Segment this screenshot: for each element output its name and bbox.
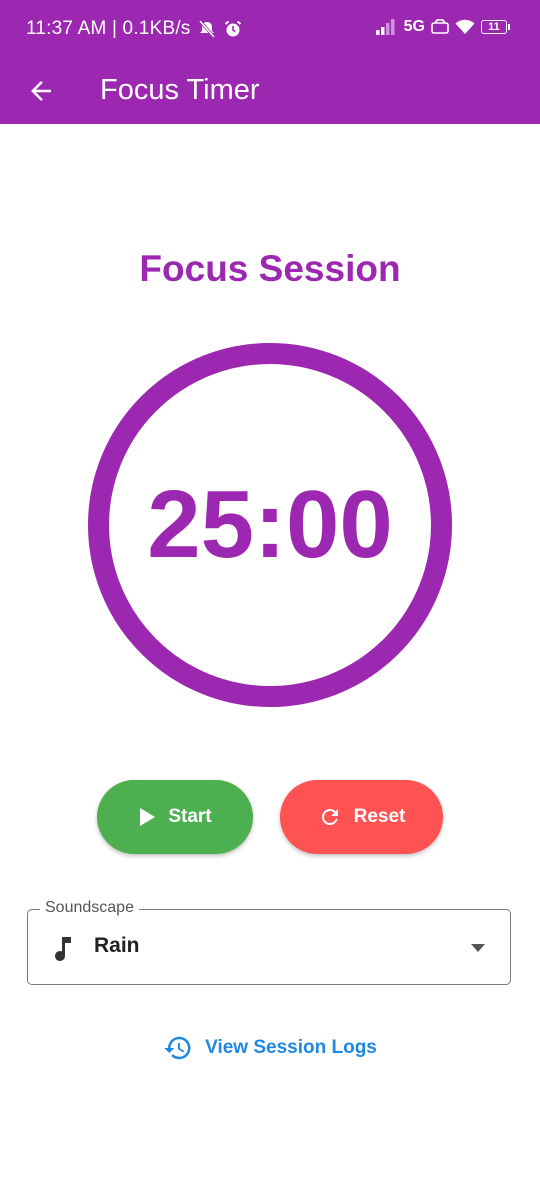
history-icon — [164, 1036, 191, 1060]
refresh-icon — [321, 809, 338, 825]
view-session-logs-label: View Session Logs — [205, 1037, 377, 1058]
start-button-label: Start — [168, 806, 212, 827]
back-arrow-icon[interactable] — [26, 76, 56, 106]
status-right: 5G 11 — [375, 18, 510, 36]
soundscape-label: Soundscape — [40, 899, 139, 917]
signal-icon — [375, 19, 395, 35]
mute-icon — [198, 20, 215, 38]
volte-icon — [431, 19, 449, 34]
wifi-icon — [455, 19, 475, 34]
session-title: Focus Session — [139, 248, 401, 289]
status-time-speed: 11:37 AM | 0.1KB/s — [26, 18, 191, 39]
soundscape-value: Rain — [94, 934, 140, 957]
soundscape-dropdown[interactable]: Soundscape Rain — [27, 899, 511, 985]
start-button[interactable]: Start — [97, 780, 253, 854]
dropdown-arrow-icon — [471, 944, 485, 952]
play-icon — [140, 808, 156, 826]
music-note-icon — [55, 937, 71, 961]
alarm-icon — [224, 20, 241, 37]
timer-display: 25:00 — [147, 471, 393, 578]
battery-icon: 11 — [481, 20, 510, 34]
network-type: 5G — [403, 18, 425, 35]
page-title: Focus Timer — [100, 74, 260, 106]
battery-level: 11 — [488, 21, 500, 33]
reset-button-label: Reset — [353, 806, 406, 827]
status-left: 11:37 AM | 0.1KB/s — [26, 18, 243, 40]
app-bar: Focus Timer — [0, 62, 540, 124]
reset-button[interactable]: Reset — [280, 780, 443, 854]
view-session-logs-link[interactable]: View Session Logs — [0, 1032, 540, 1064]
status-bar: 11:37 AM | 0.1KB/s 5G 11 — [0, 0, 540, 62]
